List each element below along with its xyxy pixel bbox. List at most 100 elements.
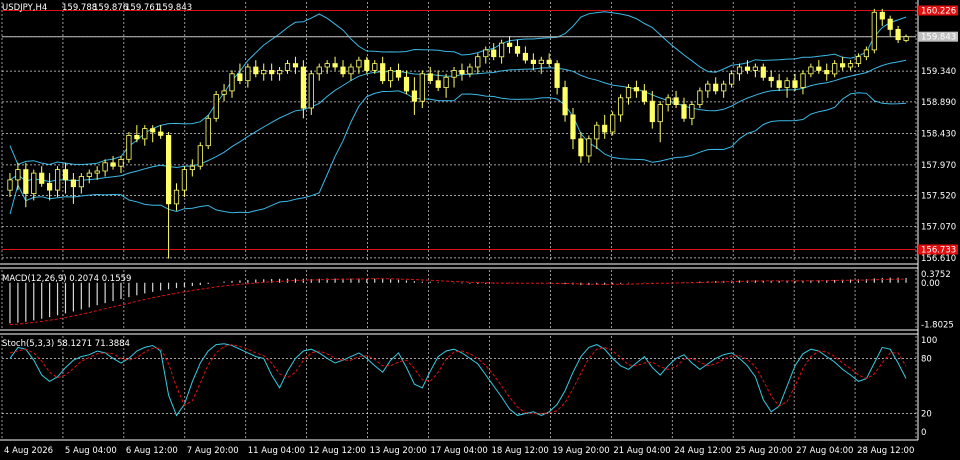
candle-body-up [483, 49, 489, 58]
macd-tick-label: 0.00 [921, 279, 940, 289]
candle-body-up [142, 128, 148, 140]
candle-body-up [475, 56, 481, 68]
candle-body-down [237, 73, 243, 82]
candle-body-up [102, 162, 108, 172]
candle-body-down [681, 104, 687, 119]
stoch-tick-label: 100 [921, 336, 937, 346]
candle-body-up [229, 73, 235, 92]
candle-body-down [165, 134, 172, 205]
ohlc-high: 159.876 [93, 3, 128, 13]
macd-tick-label: -1.8025 [921, 321, 954, 331]
candle-body-down [562, 87, 568, 116]
candle-body-down [292, 63, 299, 68]
candle-body-down [411, 90, 418, 102]
candle-body-up [871, 11, 877, 51]
candle-body-down [62, 169, 69, 181]
candle-body-down [380, 63, 386, 82]
time-tick-label: 19 Aug 20:00 [552, 446, 609, 456]
candle-body-up [705, 83, 711, 92]
candle-body-down [158, 131, 164, 136]
candle [871, 8, 877, 54]
candle [697, 87, 703, 109]
candle-body-up [181, 169, 187, 191]
candle-body-up [94, 170, 100, 174]
candle-body-down [649, 100, 655, 123]
candle-body-down [816, 66, 822, 71]
candle-body-down [150, 128, 156, 133]
macd-title: MACD(12,26,9) 0.2074 0.1559 [2, 274, 131, 284]
candle-body-up [832, 63, 838, 75]
candle-body-down [546, 59, 552, 65]
time-tick-label: 18 Aug 12:00 [491, 446, 548, 456]
candle-body-up [467, 66, 473, 75]
candle-body-down [887, 18, 893, 30]
time-tick-label: 13 Aug 20:00 [370, 446, 427, 456]
candle-body-up [736, 66, 743, 75]
candle-body-up [903, 36, 909, 41]
candle-body-up [863, 49, 870, 58]
candle-body-down [602, 124, 608, 133]
candle-body-down [522, 52, 529, 61]
candle-body-up [387, 70, 394, 82]
candle-body-up [419, 73, 425, 102]
chart-background [0, 0, 960, 460]
candle-body-up [15, 169, 21, 181]
candle-body-up [610, 114, 616, 133]
candle-body-up [657, 104, 663, 123]
time-tick-label: 6 Aug 12:00 [126, 446, 178, 456]
candle-body-up [538, 59, 544, 65]
candle-body-up [7, 179, 13, 191]
candle-body-down [491, 49, 497, 58]
candle-body-up [348, 66, 354, 75]
candle-body-up [284, 63, 291, 71]
level-tag-label: 160.226 [921, 6, 956, 16]
candle-body-up [625, 87, 632, 99]
candle-body-down [110, 162, 116, 167]
candle-body-down [824, 70, 830, 75]
candle-body-down [459, 70, 465, 75]
candle-body-down [134, 134, 140, 140]
candle-body-up [618, 97, 624, 116]
candle-body-up [729, 73, 735, 85]
candle-body-down [514, 46, 521, 54]
time-tick-label: 11 Aug 04:00 [248, 446, 305, 456]
candle-body-up [324, 63, 330, 68]
candle-body-down [364, 59, 370, 71]
candle-body-up [221, 90, 227, 95]
time-tick-label: 28 Aug 12:00 [857, 446, 914, 456]
candle-body-up [86, 172, 92, 177]
candle-body-up [205, 117, 211, 147]
candle-body-up [697, 90, 703, 106]
candle-body-up [276, 70, 283, 75]
candle-body-up [78, 176, 84, 188]
candle-body-down [840, 63, 846, 68]
time-tick-label: 7 Aug 20:00 [187, 446, 239, 456]
candle-body-up [800, 73, 806, 88]
candle-body-down [633, 87, 640, 92]
candle-body-up [245, 66, 251, 82]
candle [197, 142, 203, 170]
level-tag-label: 159.843 [921, 33, 956, 43]
candle-body-up [443, 76, 449, 89]
candle-body-down [895, 28, 901, 41]
time-tick-label: 21 Aug 04:00 [613, 446, 670, 456]
price-tick-label: 157.970 [921, 161, 956, 171]
candle-body-up [173, 189, 180, 205]
candle-body-up [55, 169, 61, 191]
candle-body-up [752, 66, 759, 71]
candle-body-down [578, 138, 584, 157]
candle-body-down [269, 70, 275, 75]
candle-body-up [189, 165, 195, 170]
candle-body-down [792, 80, 798, 88]
time-tick-label: 25 Aug 20:00 [735, 446, 792, 456]
candle-body-up [855, 56, 862, 64]
time-tick-label: 4 Aug 2026 [4, 446, 53, 456]
candle-body-up [665, 97, 671, 106]
time-tick-label: 5 Aug 04:00 [65, 446, 117, 456]
candle-body-down [23, 169, 29, 194]
candle-body-down [506, 42, 513, 47]
candle-body-up [498, 42, 505, 58]
price-tick-label: 157.070 [921, 222, 956, 232]
candle-body-down [673, 97, 679, 106]
candle-body-down [70, 179, 76, 188]
